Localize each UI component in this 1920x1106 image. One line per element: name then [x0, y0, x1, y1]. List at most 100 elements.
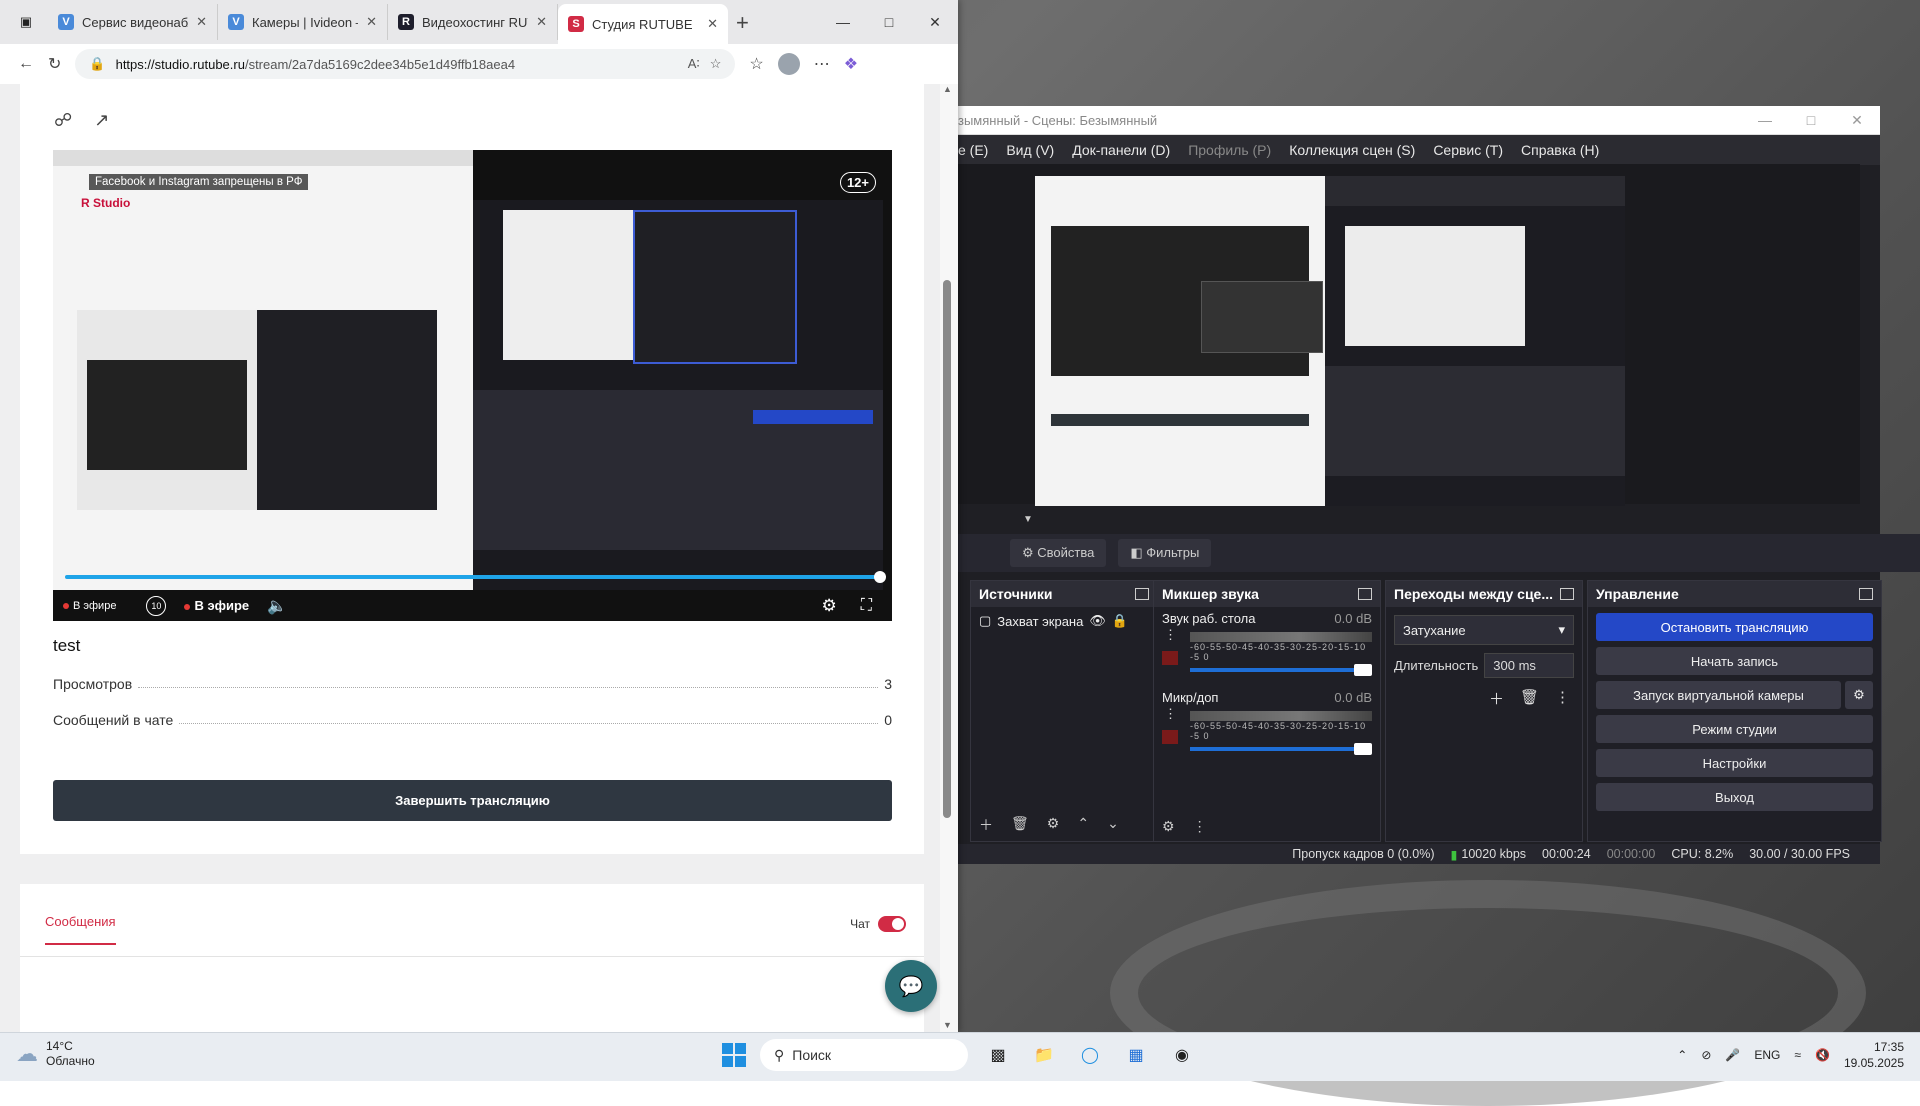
gear-icon[interactable]: ⚙ [1162, 818, 1175, 835]
trash-icon[interactable]: 🗑 [1520, 688, 1539, 709]
edge-icon[interactable]: ◯ [1074, 1039, 1106, 1071]
back-icon[interactable]: ← [18, 55, 34, 73]
chevron-down-icon[interactable]: ▼ [1023, 514, 1033, 525]
refresh-icon[interactable]: ↻ [48, 54, 61, 74]
maximize-icon[interactable]: □ [1788, 112, 1834, 129]
filters-button[interactable]: ◧ Фильтры [1118, 539, 1212, 567]
more-icon[interactable]: ⋮ [1164, 706, 1177, 722]
more-icon[interactable]: ⋮ [1164, 627, 1177, 643]
menu-view[interactable]: Вид (V) [1006, 142, 1054, 158]
menu-scene-collection[interactable]: Коллекция сцен (S) [1289, 142, 1415, 158]
mute-icon[interactable] [1162, 730, 1178, 744]
rewind-icon[interactable]: 10 [146, 595, 167, 616]
chevron-up-icon[interactable]: ⌃ [1077, 815, 1089, 835]
maximize-icon[interactable]: □ [866, 14, 912, 30]
popout-icon[interactable] [1135, 588, 1149, 600]
close-icon[interactable]: ✕ [196, 14, 207, 30]
progress-knob[interactable] [874, 571, 886, 583]
close-icon[interactable]: ✕ [536, 14, 547, 30]
tab-messages[interactable]: Сообщения [45, 914, 116, 945]
star-icon[interactable]: ☆ [710, 56, 722, 72]
chat-support-button[interactable]: 💬 [885, 960, 937, 1012]
fullscreen-icon[interactable]: ⛶ [861, 597, 872, 615]
tab-ivideon-service[interactable]: V Сервис видеонаблю ✕ [48, 4, 218, 40]
slider-knob[interactable] [1354, 743, 1372, 755]
scrollbar[interactable]: ▲ ▼ [940, 84, 958, 1032]
end-stream-button[interactable]: Завершить трансляцию [53, 780, 892, 821]
obs-icon[interactable]: ◉ [1166, 1039, 1198, 1071]
scroll-up-icon[interactable]: ▲ [943, 84, 952, 94]
close-icon[interactable]: ✕ [366, 14, 377, 30]
more-icon[interactable]: ⋮ [1555, 688, 1570, 709]
duration-input[interactable]: 300 ms [1484, 653, 1574, 678]
weather-widget[interactable]: ☁ 14°C Облачно [16, 1039, 95, 1069]
tab-rutube-studio[interactable]: S Студия RUTUBE ✕ [558, 4, 728, 44]
obs-preview[interactable] [1035, 176, 1625, 506]
close-icon[interactable]: ✕ [707, 16, 718, 32]
external-link-icon[interactable]: ↗ [94, 110, 109, 131]
search-box[interactable]: ⚲ Поиск [760, 1039, 968, 1071]
video-player[interactable]: R Studio Facebook и Instagram запрещены … [53, 150, 892, 621]
gear-icon[interactable]: ⚙ [1845, 681, 1873, 709]
start-recording-button[interactable]: Начать запись [1596, 647, 1873, 675]
virtual-camera-button[interactable]: Запуск виртуальной камеры [1596, 681, 1841, 709]
live-indicator[interactable]: В эфире [184, 598, 249, 613]
tab-actions-icon[interactable]: ▣ [12, 8, 40, 36]
menu-profile[interactable]: Профиль (Р) [1188, 142, 1271, 158]
eye-icon[interactable]: 👁 [1089, 613, 1106, 629]
task-view-icon[interactable]: ▩ [982, 1039, 1014, 1071]
minimize-icon[interactable]: — [1742, 112, 1788, 129]
add-icon[interactable]: ＋ [979, 815, 993, 835]
lock-icon[interactable]: 🔒 [1112, 613, 1128, 629]
properties-button[interactable]: ⚙ Свойства [1010, 539, 1107, 567]
scroll-down-icon[interactable]: ▼ [943, 1020, 952, 1030]
address-bar[interactable]: 🔒 https://studio.rutube.ru/stream/2a7da5… [75, 49, 736, 79]
more-icon[interactable]: ⋯ [814, 54, 830, 74]
progress-bar[interactable] [65, 571, 886, 583]
mute-icon[interactable] [1162, 651, 1178, 665]
popout-icon[interactable] [1859, 588, 1873, 600]
exit-button[interactable]: Выход [1596, 783, 1873, 811]
read-aloud-icon[interactable]: A∶ [688, 56, 700, 72]
minimize-icon[interactable]: — [820, 14, 866, 30]
popout-icon[interactable] [1358, 588, 1372, 600]
volume-slider[interactable] [1190, 743, 1372, 755]
chat-toggle[interactable] [878, 916, 906, 932]
tab-rutube[interactable]: R Видеохостинг RUTU ✕ [388, 4, 558, 40]
microphone-icon[interactable]: 🎤 [1725, 1048, 1740, 1062]
file-explorer-icon[interactable]: 📁 [1028, 1039, 1060, 1071]
settings-button[interactable]: Настройки [1596, 749, 1873, 777]
popout-icon[interactable] [1560, 588, 1574, 600]
menu-help[interactable]: Справка (Н) [1521, 142, 1599, 158]
network-off-icon[interactable]: ⊘ [1701, 1048, 1711, 1062]
stop-stream-button[interactable]: Остановить трансляцию [1596, 613, 1873, 641]
add-icon[interactable]: ＋ [1489, 688, 1504, 709]
slider-knob[interactable] [1354, 664, 1372, 676]
menu-docks[interactable]: Док-панели (D) [1072, 142, 1170, 158]
studio-mode-button[interactable]: Режим студии [1596, 715, 1873, 743]
favorites-icon[interactable]: ☆ [749, 54, 763, 74]
menu-tools[interactable]: Сервис (Т) [1433, 142, 1503, 158]
gear-icon[interactable]: ⚙ [1047, 815, 1060, 835]
settings-icon[interactable]: ⚙ [822, 596, 837, 616]
source-item[interactable]: ▢ Захват экрана 👁 🔒 [971, 607, 1157, 635]
language-indicator[interactable]: ENG [1754, 1048, 1780, 1062]
tab-ivideon-cameras[interactable]: V Камеры | Ivideon — ✕ [218, 4, 388, 40]
profile-avatar[interactable] [777, 53, 800, 75]
chevron-down-icon[interactable]: ⌄ [1107, 815, 1119, 835]
close-icon[interactable]: ✕ [912, 14, 958, 31]
transition-select[interactable]: Затухание ▾ [1394, 615, 1574, 645]
volume-slider[interactable] [1190, 664, 1372, 676]
copilot-icon[interactable]: ❖ [844, 54, 858, 74]
more-icon[interactable]: ⋮ [1193, 818, 1207, 835]
chevron-up-icon[interactable]: ⌃ [1677, 1048, 1687, 1062]
trash-icon[interactable]: 🗑 [1011, 815, 1029, 835]
share-icon[interactable]: ☍ [54, 110, 72, 131]
clock[interactable]: 17:35 19.05.2025 [1844, 1039, 1904, 1071]
close-icon[interactable]: ✕ [1834, 112, 1880, 129]
store-icon[interactable]: ▦ [1120, 1039, 1152, 1071]
new-tab-icon[interactable]: + [736, 10, 749, 36]
volume-mute-icon[interactable]: 🔇 [1815, 1048, 1830, 1062]
wifi-icon[interactable]: ≈ [1794, 1048, 1801, 1062]
volume-icon[interactable]: 🔈 [267, 596, 287, 616]
